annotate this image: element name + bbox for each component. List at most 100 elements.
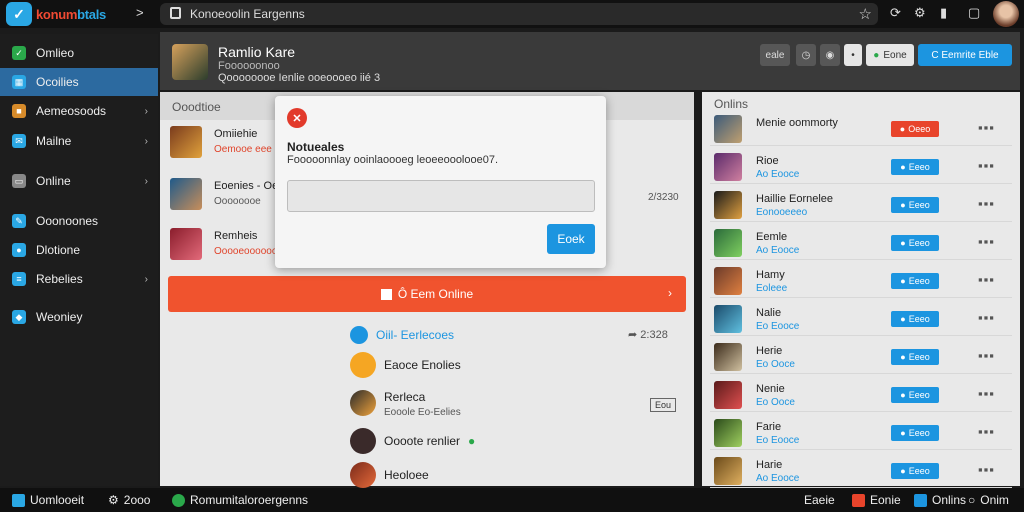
online-list-item[interactable]: Nalie Eo Eooce ● Eeeo ▪▪▪ [710,302,1012,336]
chat-icon: ● [900,238,906,248]
sidebar-item-7[interactable]: ≡ Rebelies › [0,265,158,293]
online-banner-button[interactable]: Ô Eem Online › [168,276,686,312]
online-list-item[interactable]: Hamy Eoleee ● Eeeo ▪▪▪ [710,264,1012,298]
online-list-item[interactable]: Rioe Ao Eooce ● Eeeo ▪▪▪ [710,150,1012,184]
chat-name: Eaoce Enolies [384,358,461,372]
bottom-right-item-2[interactable]: ○ Onim [968,493,1009,507]
folder-icon: ■ [12,104,26,118]
user-action-button[interactable]: ● Eeeo [891,159,939,175]
bottom-center-item[interactable]: Romumitaloroergenns [172,493,308,507]
dialog-input[interactable] [287,180,595,212]
user-action-button[interactable]: ● Eeeo [891,463,939,479]
profile-name: Ramlio Kare [218,44,296,60]
user-action-button[interactable]: ● Eeeo [891,425,939,441]
camera-icon[interactable]: ◉ [820,44,840,66]
pen-icon: ✎ [12,214,26,228]
avatar [170,126,202,158]
user-action-button[interactable]: ● Eeeo [891,235,939,251]
chat-item[interactable]: Oooote renlier ● [350,428,475,454]
more-options-icon[interactable]: ▪▪▪ [978,310,995,325]
user-name: Nenie [756,383,785,395]
sidebar-item-8[interactable]: ◆ Weoniey [0,303,158,331]
user-action-button[interactable]: ● Eeeo [891,311,939,327]
refresh-icon[interactable]: ⟳ [890,5,901,21]
list-item[interactable]: Eoenies - Oe Oooooooe [170,178,278,222]
primary-action-button[interactable]: C Eemrite Eble [918,44,1012,66]
chat-name: Oooote renlier [384,434,461,448]
user-action-button[interactable]: ● Oeeo [891,121,939,137]
more-options-icon[interactable]: ▪▪▪ [978,120,995,135]
notification-icon[interactable]: ▮ [940,5,947,21]
user-action-button[interactable]: ● Eeeo [891,197,939,213]
dialog-confirm-button[interactable]: Eoek [547,224,595,254]
app-icon [12,493,25,507]
shield-icon: ◆ [12,310,26,324]
online-list-item[interactable]: Harie Ao Eooce ● Eeeo ▪▪▪ [710,454,1012,488]
sidebar-item-0[interactable]: ✓ Omlieo [0,39,158,67]
user-action-button[interactable]: ● Eeeo [891,349,939,365]
online-list-item[interactable]: Eemle Ao Eooce ● Eeeo ▪▪▪ [710,226,1012,260]
user-avatar[interactable] [993,1,1019,27]
sidebar-item-5[interactable]: ✎ Ooonoones [0,207,158,235]
avatar [714,457,742,485]
bottom-left-item[interactable]: Uomlooeit [12,493,84,507]
user-action-button[interactable]: ● Eeeo [891,273,939,289]
online-list-item[interactable]: Menie oommorty ● Oeeo ▪▪▪ [710,112,1012,146]
sidebar-item-2[interactable]: ■ Aemeosoods › [0,97,158,125]
sidebar-item-3[interactable]: ✉ Mailne › [0,127,158,155]
online-dot-icon: ● [873,49,880,61]
more-options-icon[interactable]: ▪▪▪ [978,462,995,477]
chat-item[interactable]: Heoloee [350,462,429,488]
share-icon[interactable]: ➦ [628,329,637,341]
more-options-icon[interactable]: ▪▪▪ [978,348,995,363]
more-options-icon[interactable]: ▪▪▪ [978,386,995,401]
online-list-item[interactable]: Farie Eo Eooce ● Eeeo ▪▪▪ [710,416,1012,450]
list-item[interactable]: Omiiehie Oemooe eee [170,126,272,170]
settings-icon[interactable]: ⚙ [914,5,926,21]
history-icon[interactable]: ◷ [796,44,816,66]
chevron-right-icon: › [144,175,148,187]
address-bar[interactable]: Konoeoolin Eargenns ☆ [160,3,878,25]
sidebar-item-4[interactable]: ▭ Online › [0,167,158,195]
app-logo[interactable]: ✓ konumbtals [6,2,106,26]
chat-icon: ● [900,466,906,476]
chat-item[interactable]: Eaoce Enolies [350,352,461,378]
chevron-right-icon: › [144,273,148,285]
user-status: Eo Eooce [756,435,800,446]
chat-header[interactable]: Oiil- Eerlecoes [350,326,454,344]
chat-icon: ● [900,390,906,400]
list-item[interactable]: Remheis Ooooeoooooo [170,228,277,272]
gear-icon: ⚙ [108,493,119,507]
sidebar-item-label: Mailne [36,134,72,148]
more-options-icon[interactable]: ▪▪▪ [978,158,995,173]
lock-icon [170,7,181,19]
dot-icon[interactable]: • [844,44,862,66]
logo-mark-icon: ✓ [6,2,32,26]
chat-icon: ● [900,162,906,172]
more-options-icon[interactable]: ▪▪▪ [978,234,995,249]
user-action-button[interactable]: ● Eeeo [891,387,939,403]
bottom-right-count: Eaeie [804,493,835,507]
chat-item[interactable]: Rerleca Eooole Eo-Eelies [350,390,461,418]
chevron-right-icon: › [144,135,148,147]
chat-sub: Eooole Eo-Eelies [384,407,461,418]
profile-avatar[interactable] [172,44,208,80]
forward-arrow-icon[interactable]: > [136,5,144,20]
bottom-right-item-1[interactable]: Onlins [914,493,966,507]
status-button[interactable]: ● Eone [866,44,914,66]
avatar [714,115,742,143]
bookmark-star-icon[interactable]: ☆ [859,5,872,23]
info-icon [350,326,368,344]
sidebar-item-label: Omlieo [36,46,75,60]
header-button-0[interactable]: eale [760,44,790,66]
online-list-item[interactable]: Haillie Eornelee Eonooeeeo ● Eeeo ▪▪▪ [710,188,1012,222]
more-options-icon[interactable]: ▪▪▪ [978,272,995,287]
sidebar-item-1[interactable]: ▦ Ocoilies [0,68,158,96]
more-options-icon[interactable]: ▪▪▪ [978,196,995,211]
bottom-right-item-0[interactable]: Eonie [852,493,901,507]
window-icon[interactable]: ▢ [968,5,980,21]
online-list-item[interactable]: Herie Eo Ooce ● Eeeo ▪▪▪ [710,340,1012,374]
sidebar-item-6[interactable]: ● Dlotione [0,236,158,264]
more-options-icon[interactable]: ▪▪▪ [978,424,995,439]
online-list-item[interactable]: Nenie Eo Ooce ● Eeeo ▪▪▪ [710,378,1012,412]
